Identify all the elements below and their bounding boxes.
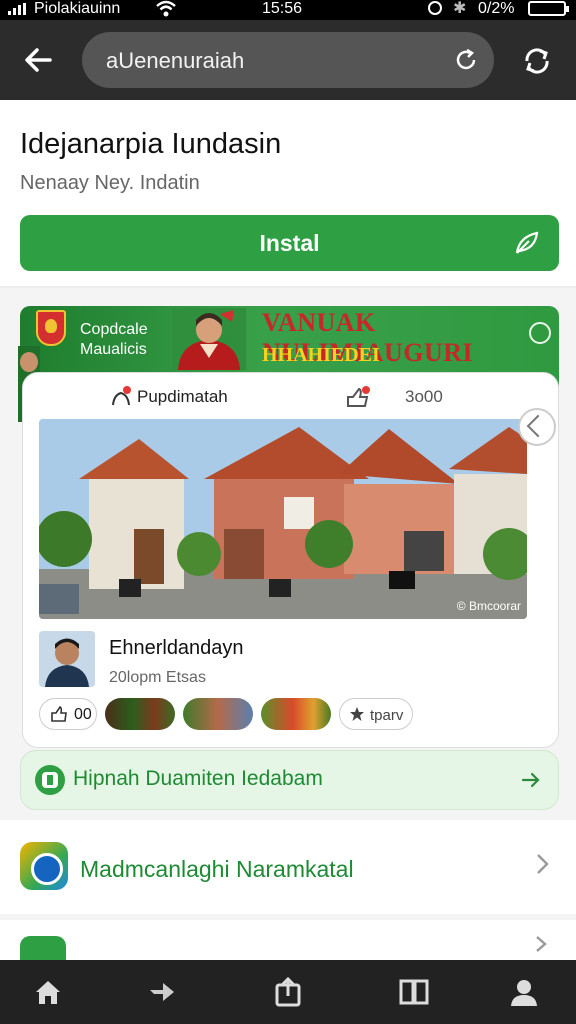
- banner-person-image: [172, 308, 246, 370]
- reaction-thumbnail[interactable]: [105, 698, 175, 730]
- list-item[interactable]: [0, 920, 576, 960]
- banner-subheadline: HHAHIEDEI: [262, 344, 380, 366]
- app-icon: [20, 842, 68, 890]
- home-icon[interactable]: [32, 976, 64, 1008]
- app-subtitle: Nenaay Ney. Indatin: [20, 172, 200, 194]
- forward-icon[interactable]: [146, 976, 178, 1008]
- leaf-icon: [515, 231, 539, 254]
- carousel-next-button[interactable]: [518, 408, 556, 446]
- photo-credit: © Bmcoorar: [456, 599, 521, 613]
- arrow-left-icon[interactable]: [20, 42, 56, 78]
- author-avatar[interactable]: [39, 631, 95, 687]
- install-label: Instal: [259, 230, 320, 256]
- like-button[interactable]: 00: [39, 698, 97, 730]
- alarm-icon: [428, 1, 442, 15]
- address-bar[interactable]: aUenenuraiah: [82, 32, 494, 88]
- like-count: 00: [74, 706, 92, 723]
- chevron-right-icon: [536, 936, 547, 952]
- battery-icon: [528, 1, 569, 16]
- house-photo: [39, 419, 527, 619]
- post-card: Pupdimatah 3o00 © Bmcoorar Ehnerldandayn…: [22, 372, 559, 748]
- reload-icon[interactable]: [452, 46, 480, 74]
- chevron-right-icon: [537, 854, 549, 874]
- clock: 15:56: [262, 0, 303, 17]
- post-count: 3o00: [405, 387, 443, 406]
- promo-link[interactable]: Hipnah Duamiten Iedabam: [20, 750, 559, 810]
- carrier-label: Piolakiauinn: [34, 0, 121, 17]
- share-label: tparv: [370, 707, 404, 724]
- chat-icon[interactable]: [529, 322, 551, 344]
- list-item-label: Madmcanlaghi Naramkatal: [80, 856, 354, 882]
- list-item[interactable]: Madmcanlaghi Naramkatal: [0, 820, 576, 914]
- author-meta: 20lopm Etsas: [109, 669, 206, 686]
- sync-icon[interactable]: [520, 44, 554, 78]
- reaction-thumbnail[interactable]: [261, 698, 331, 730]
- arrow-right-icon: [521, 772, 540, 788]
- bluetooth-icon: ✱: [453, 0, 467, 17]
- profile-icon[interactable]: [508, 976, 540, 1008]
- thumbs-up-icon: [51, 705, 67, 722]
- battery-percent: 0/2%: [478, 0, 515, 17]
- share-icon[interactable]: [272, 976, 304, 1008]
- app-icon: [20, 936, 66, 960]
- wifi-icon: [156, 0, 176, 17]
- reaction-bar: 00 tparv: [39, 698, 413, 730]
- post-action-link[interactable]: Pupdimatah: [109, 387, 228, 407]
- url-text[interactable]: aUenenuraiah: [106, 48, 244, 74]
- screen: Piolakiauinn 15:56 ✱ 0/2% aUenenuraiah I…: [0, 0, 576, 1024]
- book-icon[interactable]: [398, 976, 430, 1008]
- app-header: Idejanarpia Iundasin Nenaay Ney. Indatin…: [0, 100, 576, 286]
- app-title: Idejanarpia Iundasin: [20, 128, 282, 160]
- post-photo[interactable]: © Bmcoorar: [39, 419, 527, 619]
- promo-label: Hipnah Duamiten Iedabam: [73, 767, 323, 790]
- content-area: Copdcale Maualicis VANUAK NULIMIAUGURI H…: [0, 288, 576, 960]
- plus-box-icon: [35, 765, 65, 795]
- star-icon: [350, 707, 364, 721]
- install-button[interactable]: Instal: [20, 215, 559, 271]
- signal-icon: [8, 3, 26, 15]
- emblem-icon: [36, 310, 66, 346]
- browser-toolbar: aUenenuraiah: [0, 20, 576, 100]
- like-alert-icon: [347, 386, 370, 407]
- status-bar: Piolakiauinn 15:56 ✱ 0/2%: [0, 0, 576, 20]
- bottom-navigation: [0, 960, 576, 1024]
- share-button[interactable]: tparv: [339, 698, 413, 730]
- reaction-thumbnail[interactable]: [183, 698, 253, 730]
- banner-left-text: Copdcale Maualicis: [80, 321, 148, 358]
- author-name[interactable]: Ehnerldandayn: [109, 637, 244, 660]
